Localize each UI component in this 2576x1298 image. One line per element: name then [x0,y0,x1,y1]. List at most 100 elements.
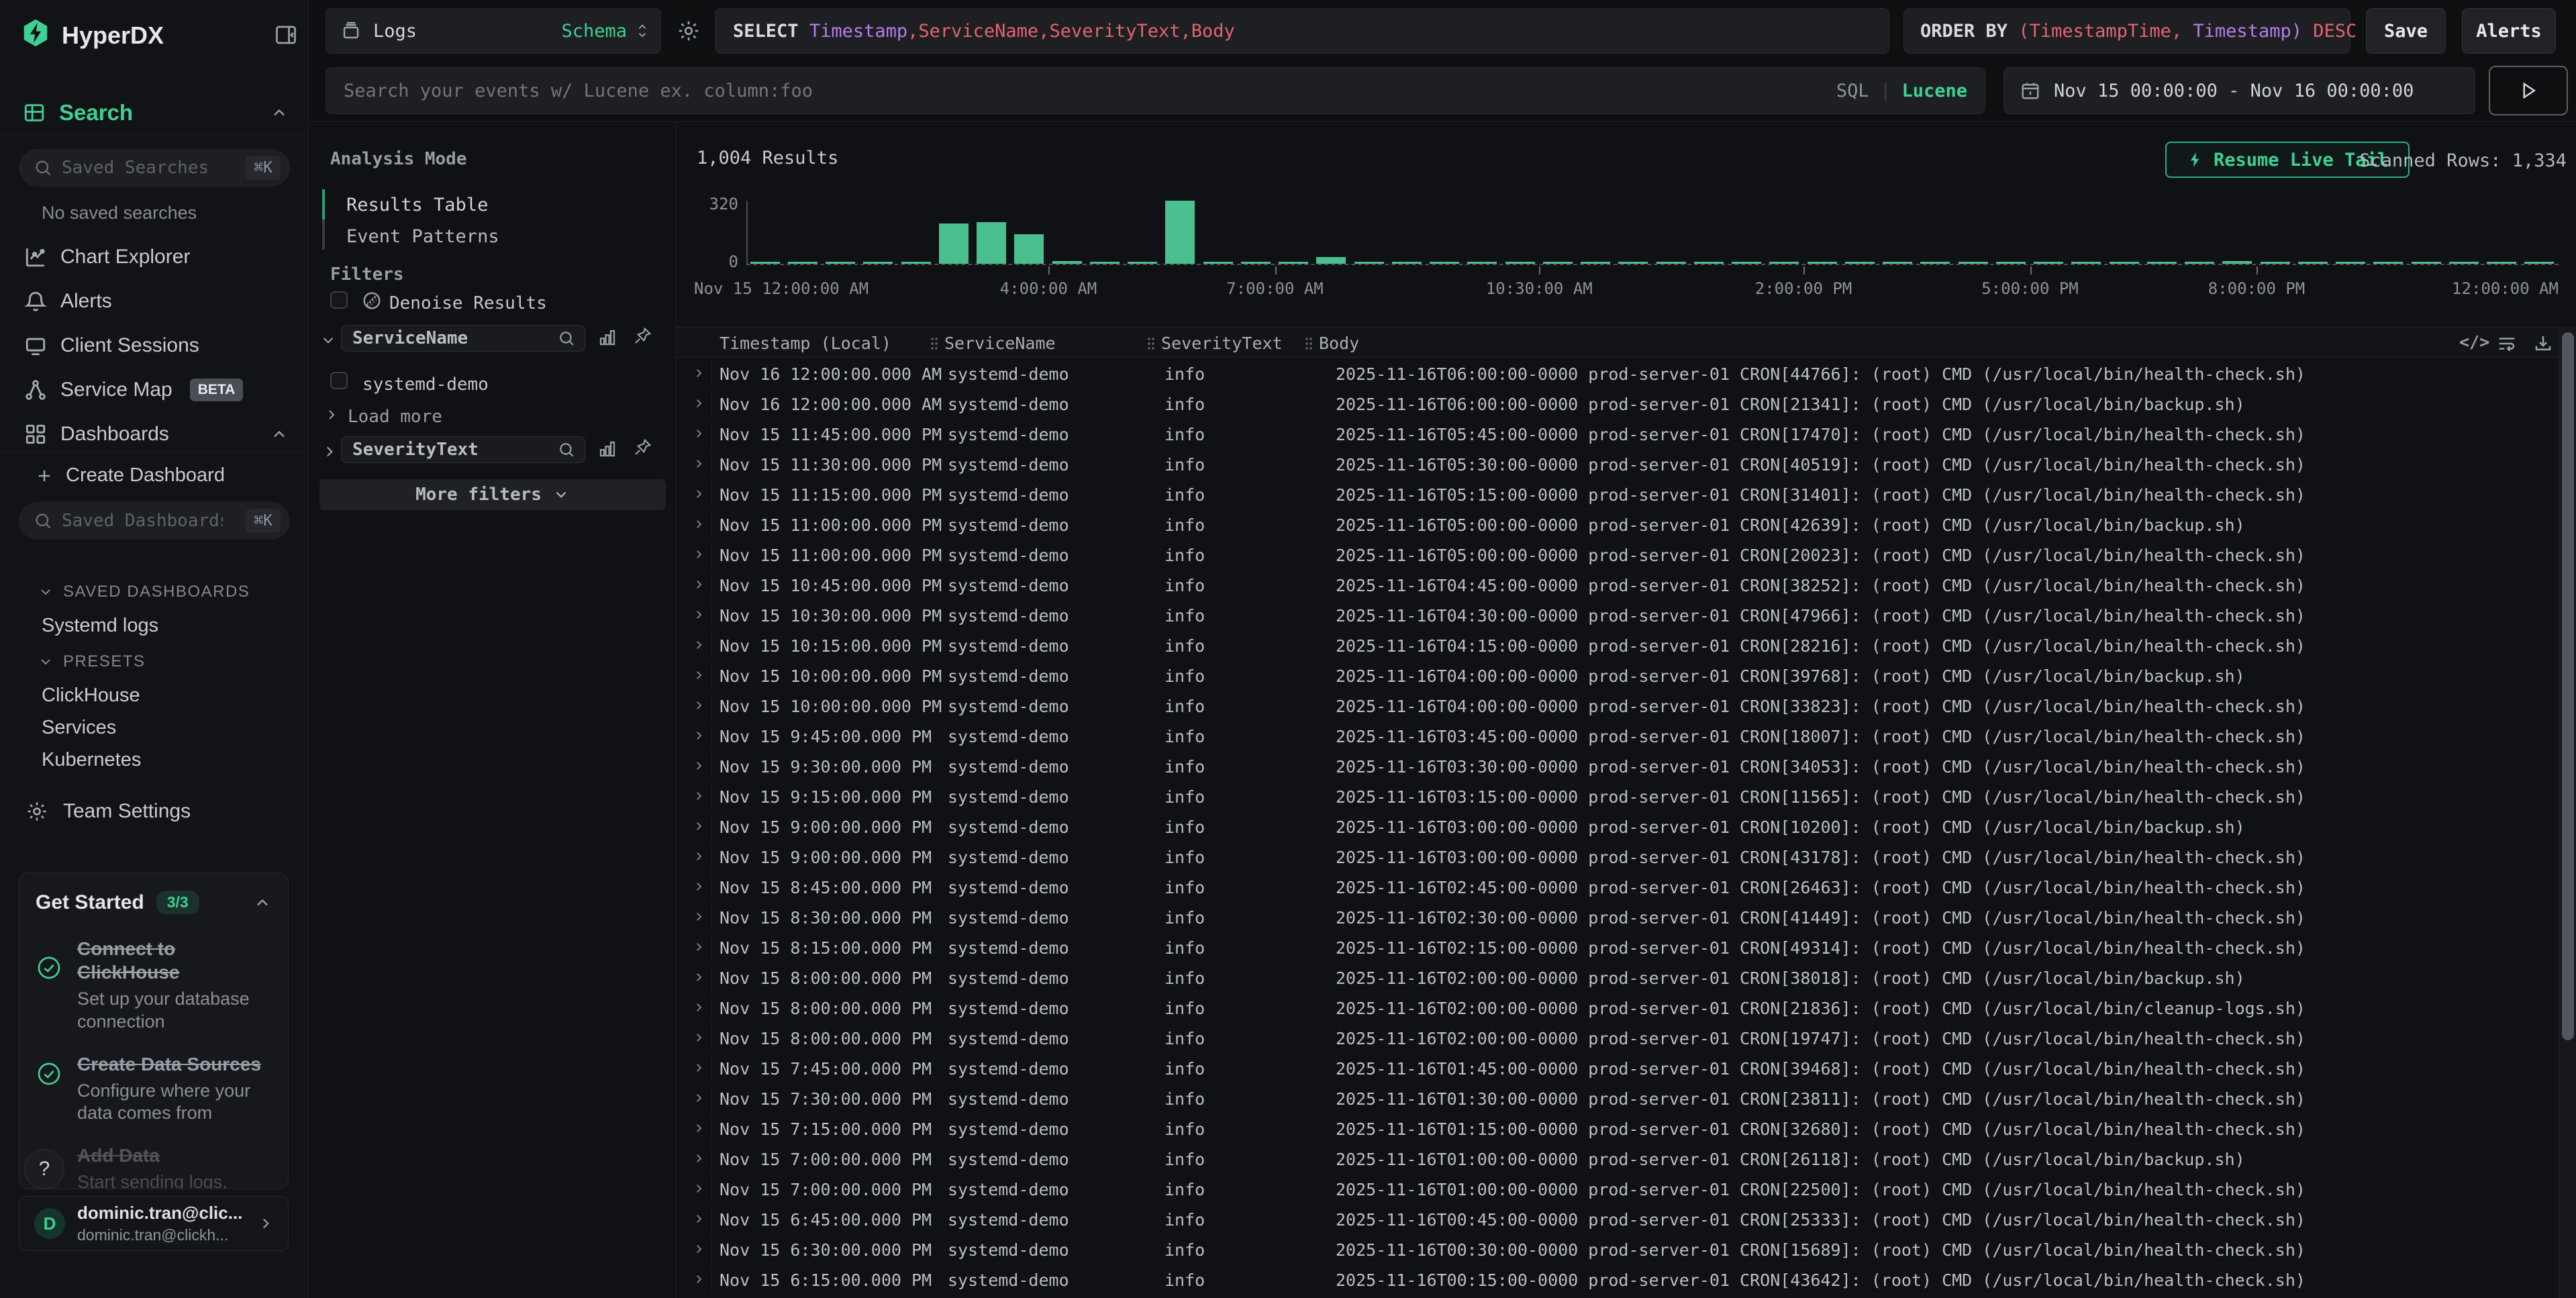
histogram-plot[interactable] [746,201,2559,265]
histogram-bar[interactable] [788,262,818,264]
row-expand-chevron-icon[interactable] [693,699,705,711]
row-expand-chevron-icon[interactable] [693,971,705,983]
sidebar-item-client-sessions[interactable]: Client Sessions [0,326,309,365]
histogram-bar[interactable] [2110,262,2139,264]
save-button[interactable]: Save [2366,8,2446,54]
histogram-bar[interactable] [2524,262,2554,264]
histogram-bar[interactable] [2373,262,2403,264]
histogram-bar[interactable] [2071,262,2101,264]
table-row[interactable]: Nov 15 9:15:00.000 PM systemd-demo info … [677,781,2556,811]
table-row[interactable]: Nov 15 11:30:00.000 PM systemd-demo info… [677,449,2556,479]
select-clause-input[interactable]: SELECT Timestamp,ServiceName,SeverityTex… [715,8,1889,54]
histogram-bar[interactable] [1807,262,1837,264]
histogram-bar[interactable] [2298,262,2328,264]
row-expand-chevron-icon[interactable] [693,850,705,862]
histogram-bar[interactable] [1505,262,1535,264]
row-expand-chevron-icon[interactable] [693,639,705,651]
histogram-bar[interactable] [1316,257,1346,264]
drag-handle-icon[interactable] [930,336,939,351]
histogram-bar[interactable] [1883,262,1912,264]
get-started-step-1[interactable]: Connect to ClickHouse Set up your databa… [36,937,272,1034]
table-row[interactable]: Nov 15 7:45:00.000 PM systemd-demo info … [677,1053,2556,1083]
sidebar-item-dashboards[interactable]: Dashboards [0,415,309,454]
run-query-button[interactable] [2489,66,2568,115]
drag-handle-icon[interactable] [1304,336,1314,351]
more-filters-button[interactable]: More filters [319,479,666,510]
date-range-picker[interactable]: Nov 15 00:00:00 - Nov 16 00:00:00 [2003,67,2475,114]
histogram-bar[interactable] [1203,262,1233,264]
sql-toggle[interactable]: SQL [1836,81,1869,101]
histogram-bar[interactable] [1769,262,1799,264]
view-source-code-icon[interactable]: </> [2459,332,2489,352]
table-row[interactable]: Nov 15 7:00:00.000 PM systemd-demo info … [677,1174,2556,1204]
histogram-bar[interactable] [1052,261,1082,264]
histogram-bar[interactable] [863,262,893,264]
table-row[interactable]: Nov 16 12:00:00.000 AM systemd-demo info… [677,389,2556,419]
sidebar-item-alerts[interactable]: Alerts [0,282,309,321]
table-row[interactable]: Nov 15 8:15:00.000 PM systemd-demo info … [677,932,2556,962]
scrollbar-thumb[interactable] [2562,332,2574,1040]
histogram-bar[interactable] [1090,262,1120,264]
histogram-bar[interactable] [901,262,931,264]
table-row[interactable]: Nov 15 7:15:00.000 PM systemd-demo info … [677,1113,2556,1144]
row-expand-chevron-icon[interactable] [693,1273,705,1285]
section-presets[interactable]: PRESETS [38,652,146,671]
histogram-bar[interactable] [1581,262,1610,264]
histogram-bar[interactable] [1732,262,1761,264]
row-expand-chevron-icon[interactable] [693,488,705,500]
lucene-toggle[interactable]: Lucene [1901,81,1967,101]
event-search-bar[interactable]: SQL | Lucene [326,67,1985,114]
table-row[interactable]: Nov 15 8:00:00.000 PM systemd-demo info … [677,993,2556,1023]
mode-event-patterns[interactable]: Event Patterns [346,226,499,247]
preset-services[interactable]: Services [42,717,116,739]
histogram-bar[interactable] [939,223,969,264]
chevron-right-icon[interactable] [321,443,338,460]
table-row[interactable]: Nov 15 6:15:00.000 PM systemd-demo info … [677,1264,2556,1295]
row-expand-chevron-icon[interactable] [693,1032,705,1044]
histogram-bar[interactable] [1128,262,1157,264]
table-row[interactable]: Nov 15 9:00:00.000 PM systemd-demo info … [677,842,2556,872]
column-header-servicename[interactable]: ServiceName [930,334,1056,353]
orderby-clause-input[interactable]: ORDER BY (TimestampTime, Timestamp) DESC [1903,8,2350,54]
row-expand-chevron-icon[interactable] [693,428,705,440]
table-row[interactable]: Nov 15 9:30:00.000 PM systemd-demo info … [677,751,2556,781]
create-dashboard-button[interactable]: Create Dashboard [35,464,225,487]
histogram-bar[interactable] [2222,261,2252,264]
row-expand-chevron-icon[interactable] [693,548,705,560]
column-header-body[interactable]: Body [1304,334,1359,353]
column-header-severitytext[interactable]: SeverityText [1146,334,1283,353]
facet-value-checkbox-systemd-demo[interactable] [330,372,348,389]
row-expand-chevron-icon[interactable] [693,518,705,530]
source-settings-gear-icon[interactable] [677,19,701,43]
load-more-link[interactable]: Load more [348,407,442,427]
alerts-button[interactable]: Alerts [2462,8,2556,54]
row-expand-chevron-icon[interactable] [693,1152,705,1164]
facet-chart-icon[interactable] [597,439,617,459]
table-row[interactable]: Nov 15 8:00:00.000 PM systemd-demo info … [677,1023,2556,1053]
row-expand-chevron-icon[interactable] [693,397,705,409]
pin-icon[interactable] [632,326,652,346]
histogram-bar[interactable] [2336,262,2365,264]
pin-icon[interactable] [632,438,652,458]
facet-chart-icon[interactable] [597,328,617,348]
mode-results-table[interactable]: Results Table [346,195,488,215]
table-row[interactable]: Nov 15 6:45:00.000 PM systemd-demo info … [677,1204,2556,1234]
histogram-bar[interactable] [1959,262,1988,264]
table-row[interactable]: Nov 15 7:30:00.000 PM systemd-demo info … [677,1083,2556,1113]
wrap-lines-icon[interactable] [2497,334,2517,354]
saved-dashboards-input[interactable]: ⌘K [19,502,290,540]
sidebar-item-chart-explorer[interactable]: Chart Explorer [0,238,309,277]
user-menu[interactable]: D dominic.tran@clic... dominic.tran@clic… [19,1196,289,1251]
histogram-bar[interactable] [1354,262,1384,264]
table-row[interactable]: Nov 15 6:30:00.000 PM systemd-demo info … [677,1234,2556,1264]
table-row[interactable]: Nov 15 9:00:00.000 PM systemd-demo info … [677,811,2556,842]
search-icon[interactable] [558,441,575,458]
histogram-bar[interactable] [977,222,1006,264]
preset-kubernetes[interactable]: Kubernetes [42,749,141,771]
sidebar-item-search[interactable]: Search [0,94,309,132]
table-row[interactable]: Nov 15 10:15:00.000 PM systemd-demo info… [677,630,2556,660]
row-expand-chevron-icon[interactable] [693,1062,705,1074]
table-row[interactable]: Nov 15 10:45:00.000 PM systemd-demo info… [677,570,2556,600]
event-search-input[interactable] [344,81,1619,101]
row-expand-chevron-icon[interactable] [693,911,705,923]
